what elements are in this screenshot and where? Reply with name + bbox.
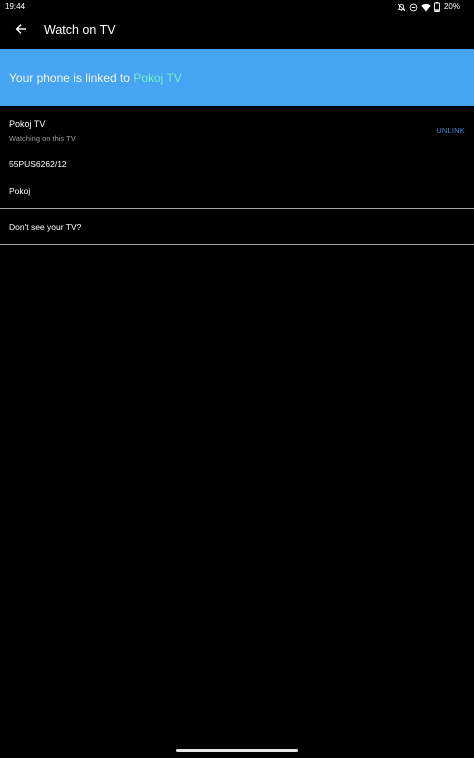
device-name: Pokoj TV [9, 119, 46, 129]
dont-see-tv-link[interactable]: Don't see your TV? [0, 209, 474, 244]
back-button[interactable] [9, 19, 33, 43]
do-not-disturb-icon [409, 3, 418, 12]
device-room: Pokoj [9, 186, 31, 196]
help-label: Don't see your TV? [9, 222, 82, 232]
linked-banner: Your phone is linked to Pokoj TV [0, 49, 474, 106]
device-model: 55PUS6262/12 [9, 159, 67, 169]
battery-icon [434, 2, 440, 12]
device-status: Watching on this TV [9, 134, 76, 143]
gesture-nav-handle[interactable] [176, 749, 298, 752]
divider [0, 244, 474, 245]
status-bar: 19:44 20% [0, 0, 474, 14]
unlink-button[interactable]: UNLINK [436, 126, 465, 135]
mute-icon [397, 3, 406, 12]
watch-on-tv-screen: 19:44 20% Watch on TV Your phone is link… [0, 0, 474, 758]
linked-device: Pokoj TV Watching on this TV UNLINK 55PU… [0, 106, 474, 208]
page-title: Watch on TV [44, 23, 116, 37]
battery-percent: 20% [443, 2, 460, 11]
app-bar: Watch on TV [0, 14, 474, 49]
wifi-icon [421, 3, 431, 12]
banner-prefix: Your phone is linked to [9, 70, 134, 85]
status-icons: 20% [397, 0, 460, 14]
banner-tv-name: Pokoj TV [133, 70, 182, 85]
arrow-left-icon [15, 22, 27, 40]
banner-text: Your phone is linked to Pokoj TV [9, 71, 182, 85]
status-time: 19:44 [5, 2, 26, 11]
